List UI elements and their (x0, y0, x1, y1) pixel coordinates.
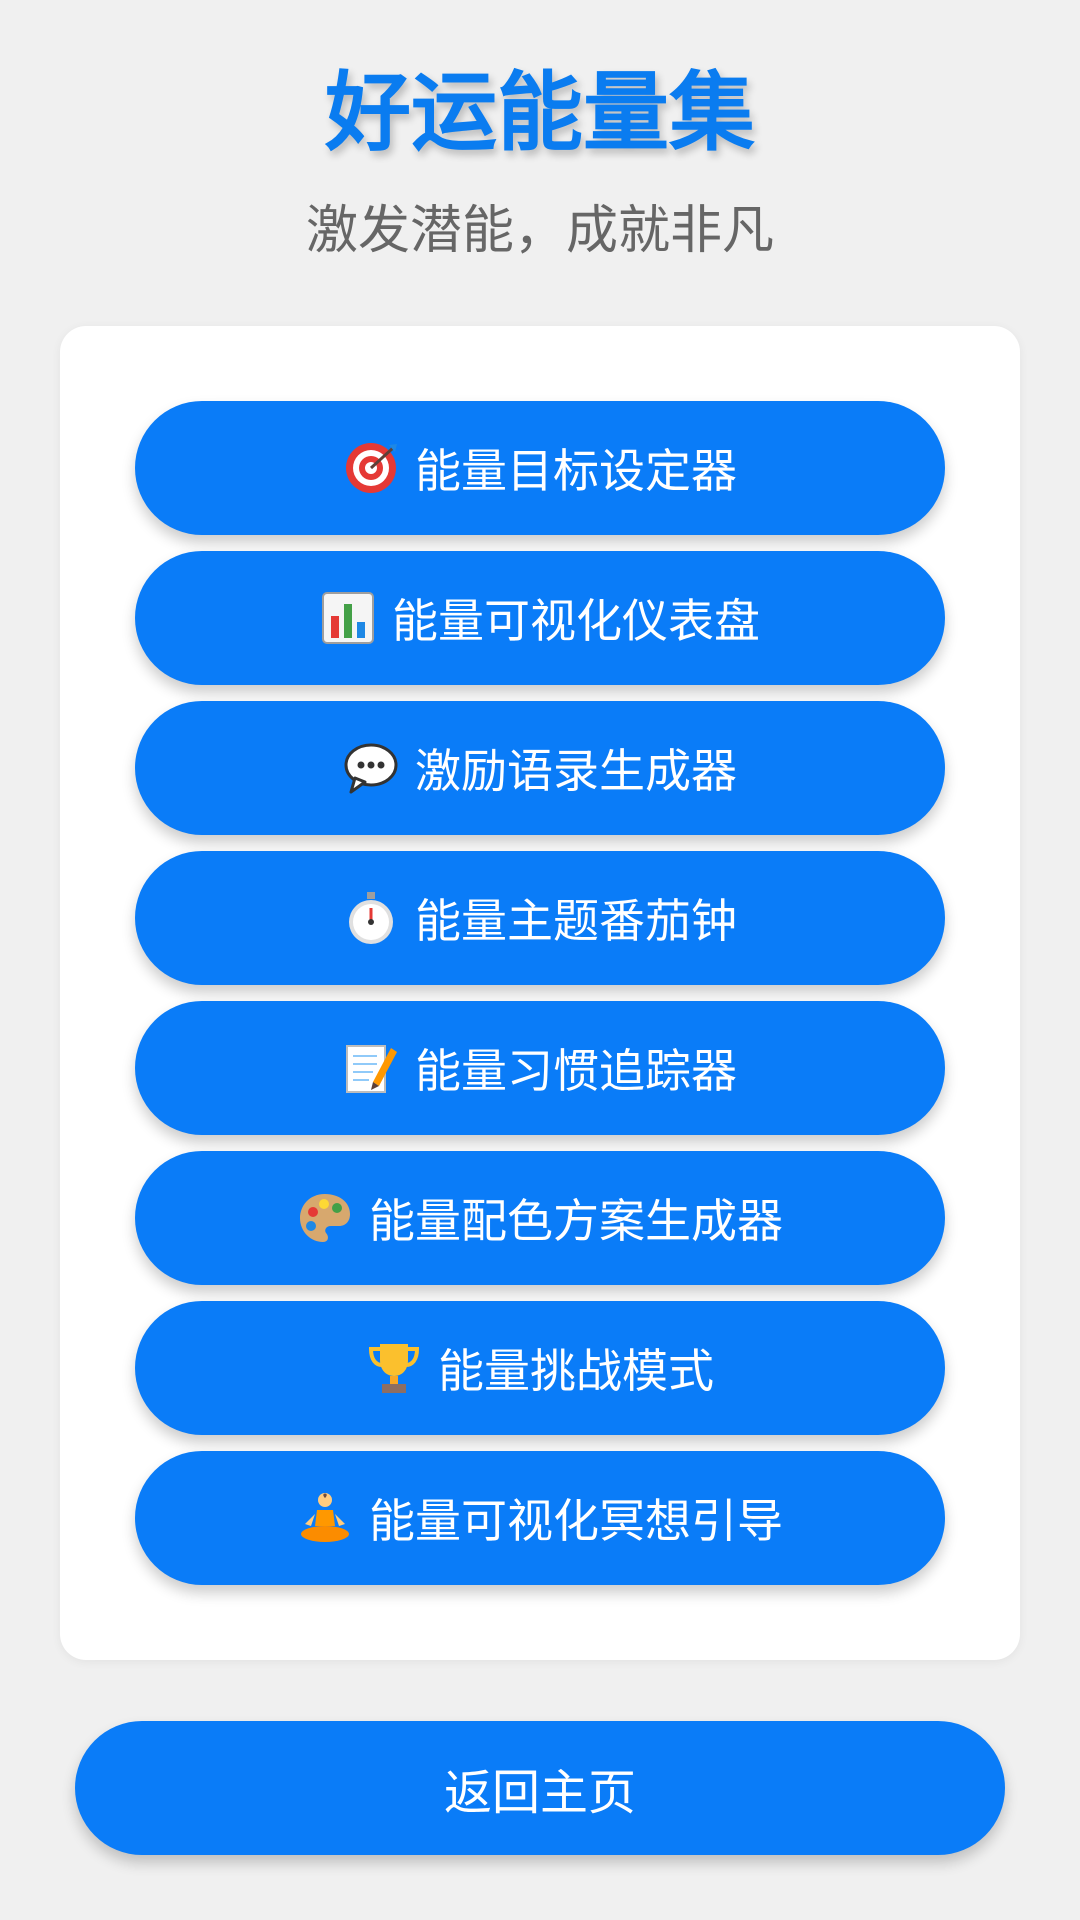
memo-icon (343, 1040, 399, 1096)
page-subtitle: 激发潜能，成就非凡 (305, 201, 774, 261)
stopwatch-icon (343, 890, 399, 946)
back-to-home-button[interactable]: 返回主页 (75, 1721, 1005, 1855)
energy-pomodoro-button[interactable]: 能量主题番茄钟 (135, 851, 945, 985)
tools-card: 能量目标设定器 能量可视化仪表盘 激励语录生成器 能量主题番茄钟 能量习惯追踪器… (60, 326, 1020, 1660)
energy-goal-setter-button[interactable]: 能量目标设定器 (135, 401, 945, 535)
menu-item-label: 能量目标设定器 (415, 444, 737, 498)
menu-item-label: 激励语录生成器 (415, 744, 737, 798)
bar-chart-icon (320, 590, 376, 646)
page-title: 好运能量集 (325, 63, 755, 163)
page: 好运能量集 激发潜能，成就非凡 能量目标设定器 能量可视化仪表盘 激励语录生成器… (0, 0, 1080, 1920)
palette-icon (297, 1190, 353, 1246)
menu-item-label: 能量习惯追踪器 (415, 1044, 737, 1098)
menu-item-label: 能量可视化冥想引导 (369, 1494, 783, 1548)
energy-dashboard-button[interactable]: 能量可视化仪表盘 (135, 551, 945, 685)
energy-palette-generator-button[interactable]: 能量配色方案生成器 (135, 1151, 945, 1285)
target-icon (343, 440, 399, 496)
trophy-icon (366, 1340, 422, 1396)
energy-meditation-guide-button[interactable]: 能量可视化冥想引导 (135, 1451, 945, 1585)
menu-item-label: 能量挑战模式 (438, 1344, 714, 1398)
energy-challenge-mode-button[interactable]: 能量挑战模式 (135, 1301, 945, 1435)
meditation-icon (297, 1490, 353, 1546)
menu-item-label: 能量配色方案生成器 (369, 1194, 783, 1248)
menu-item-label: 能量主题番茄钟 (415, 894, 737, 948)
motivational-quote-generator-button[interactable]: 激励语录生成器 (135, 701, 945, 835)
energy-habit-tracker-button[interactable]: 能量习惯追踪器 (135, 1001, 945, 1135)
menu-item-label: 能量可视化仪表盘 (392, 594, 760, 648)
speech-bubble-icon (343, 740, 399, 796)
